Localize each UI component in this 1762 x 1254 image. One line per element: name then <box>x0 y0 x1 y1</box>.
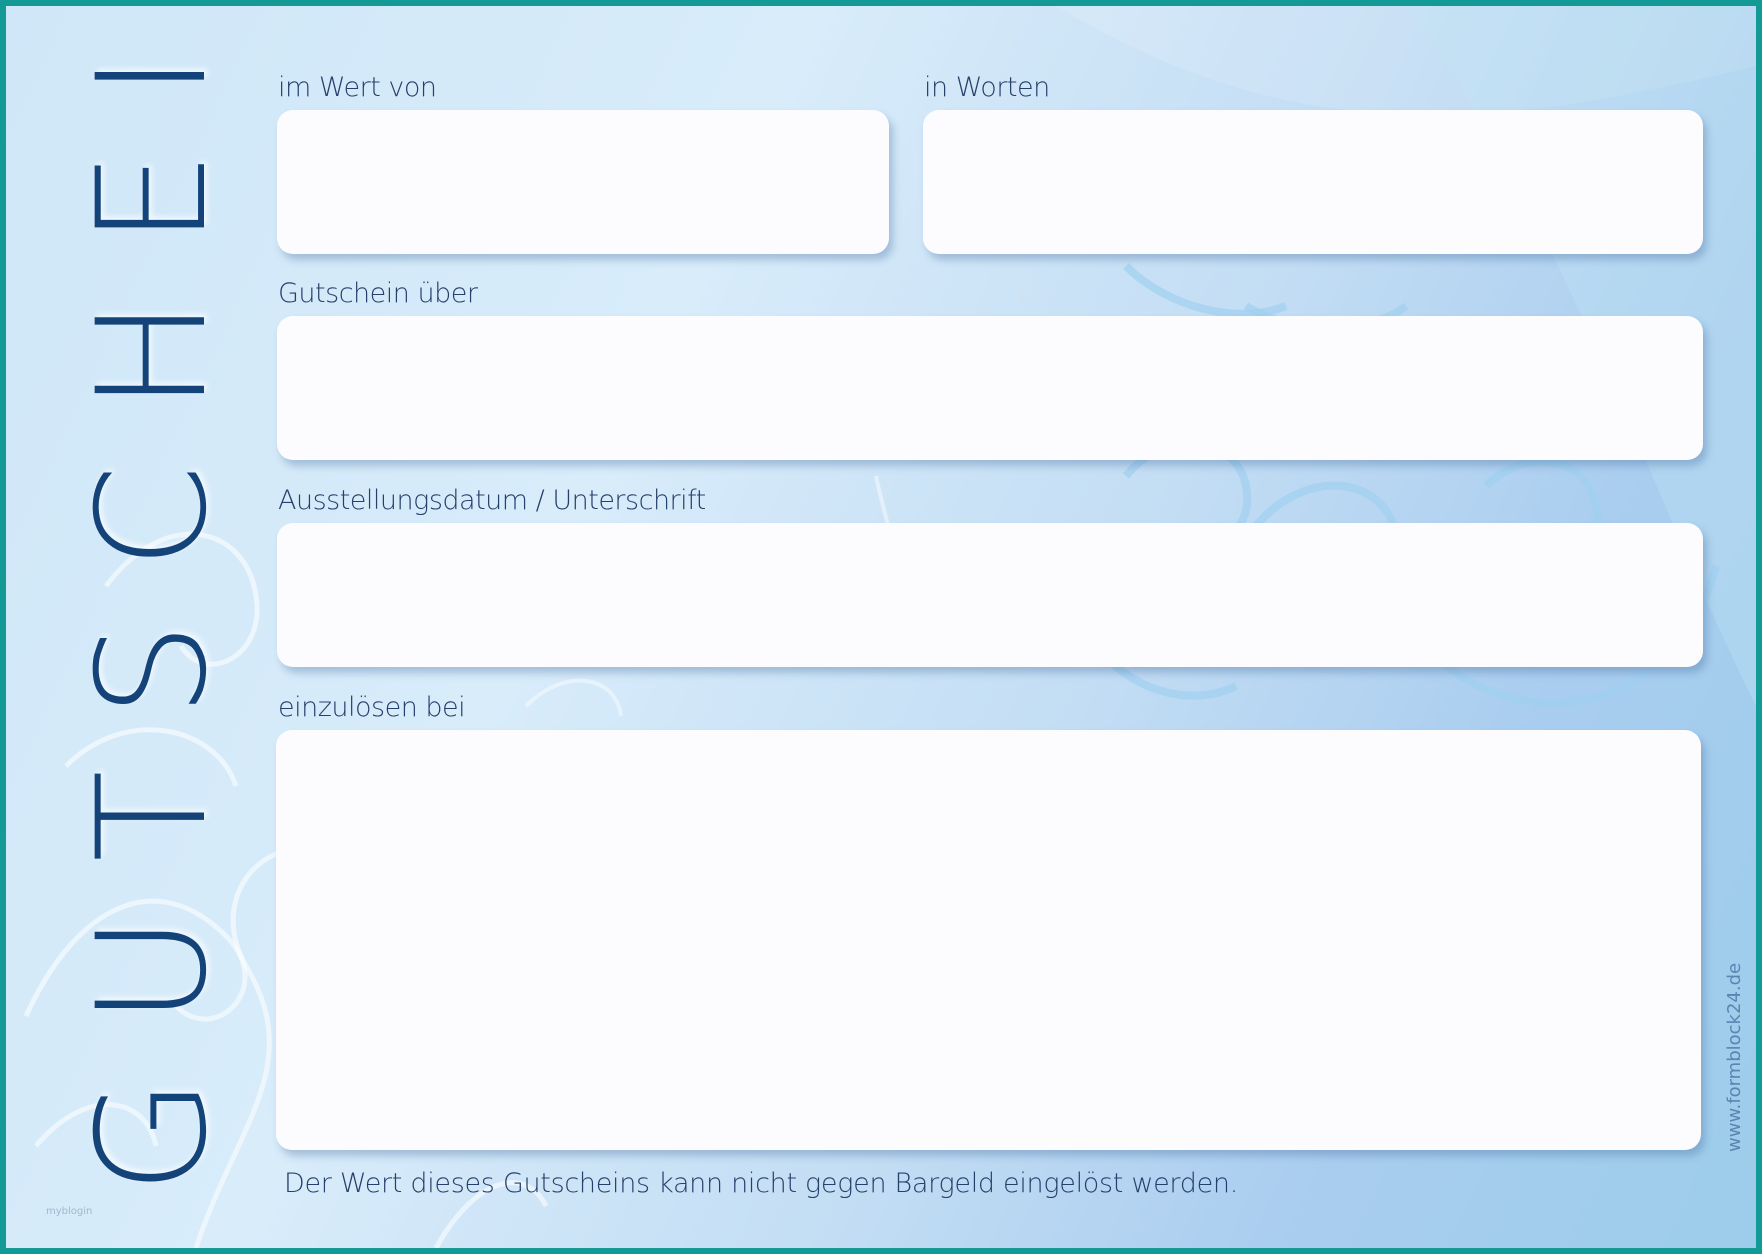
watermark-text: myblogin <box>46 1206 93 1217</box>
voucher-title: GUTSCHEIN <box>66 0 240 1194</box>
value-label: im Wert von <box>278 72 437 103</box>
issue-date-signature-label: Ausstellungsdatum / Unterschrift <box>278 485 706 516</box>
cash-disclaimer: Der Wert dieses Gutscheins kann nicht ge… <box>284 1168 1239 1199</box>
issue-date-signature-field[interactable] <box>277 523 1703 667</box>
website-credit: www.formblock24.de <box>1724 962 1745 1152</box>
voucher-card: GUTSCHEIN im Wert von in Worten Gutschei… <box>0 0 1762 1254</box>
redeemable-at-field[interactable] <box>276 730 1701 1150</box>
in-words-field[interactable] <box>923 110 1703 254</box>
value-field[interactable] <box>277 110 889 254</box>
in-words-label: in Worten <box>924 72 1050 103</box>
redeemable-at-label: einzulösen bei <box>278 692 466 723</box>
voucher-for-field[interactable] <box>277 316 1703 460</box>
voucher-for-label: Gutschein über <box>278 278 478 309</box>
